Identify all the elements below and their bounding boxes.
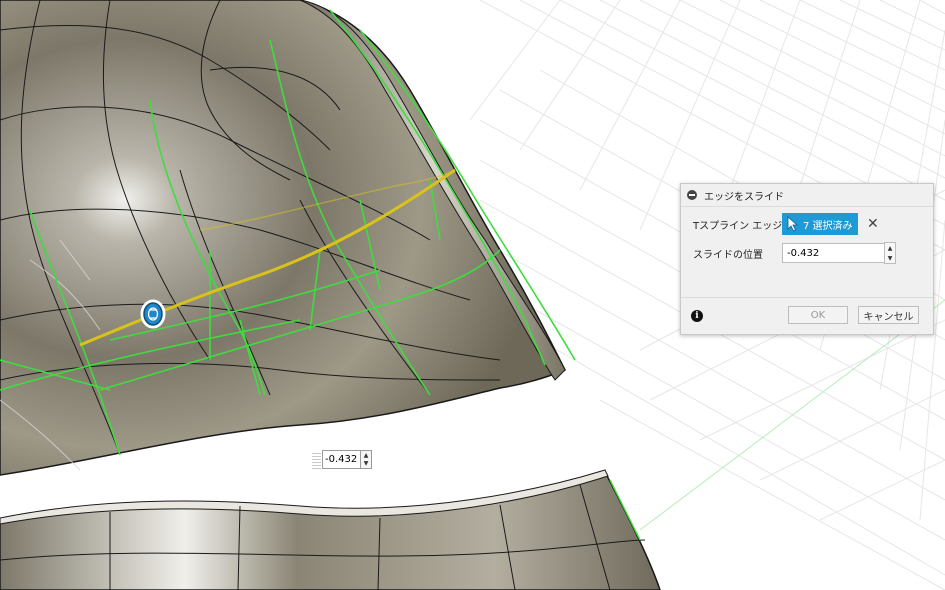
clear-selection-icon[interactable]: ✕ (867, 216, 879, 232)
tspline-edge-row: Tスプライン エッジ 7 選択済み ✕ (681, 212, 933, 236)
spin-up-icon[interactable]: ▲ (888, 245, 893, 252)
collapse-icon[interactable] (687, 190, 697, 200)
slide-edge-dialog: エッジをスライド Tスプライン エッジ 7 選択済み ✕ スライドの位置 ▲ ▼… (680, 183, 934, 335)
slide-manipulator-icon[interactable] (140, 299, 166, 329)
dialog-header[interactable]: エッジをスライド (681, 184, 933, 207)
cancel-button[interactable]: キャンセル (858, 306, 919, 324)
floating-value-input[interactable]: ▲ ▼ (312, 449, 374, 471)
spin-up-icon[interactable]: ▲ (364, 452, 369, 459)
spin-down-icon[interactable]: ▼ (364, 460, 369, 467)
drag-grip-icon[interactable] (312, 451, 321, 469)
slide-position-row: スライドの位置 ▲ ▼ (681, 241, 933, 265)
dialog-title: エッジをスライド (704, 191, 784, 203)
tspline-edge-label: Tスプライン エッジ (693, 220, 783, 232)
info-icon[interactable]: i (691, 310, 703, 322)
dialog-footer: i OK キャンセル (681, 297, 933, 335)
slide-position-spinner[interactable]: ▲ ▼ (884, 242, 896, 264)
slide-position-input[interactable] (782, 243, 886, 263)
selection-count-label: 7 選択済み (803, 220, 853, 232)
ok-button[interactable]: OK (788, 306, 848, 324)
floating-spinner[interactable]: ▲ ▼ (360, 450, 372, 469)
spin-down-icon[interactable]: ▼ (888, 255, 893, 262)
edge-selection-button[interactable]: 7 選択済み (782, 213, 858, 235)
slide-position-label: スライドの位置 (693, 249, 763, 261)
cursor-arrow-icon (787, 216, 799, 232)
